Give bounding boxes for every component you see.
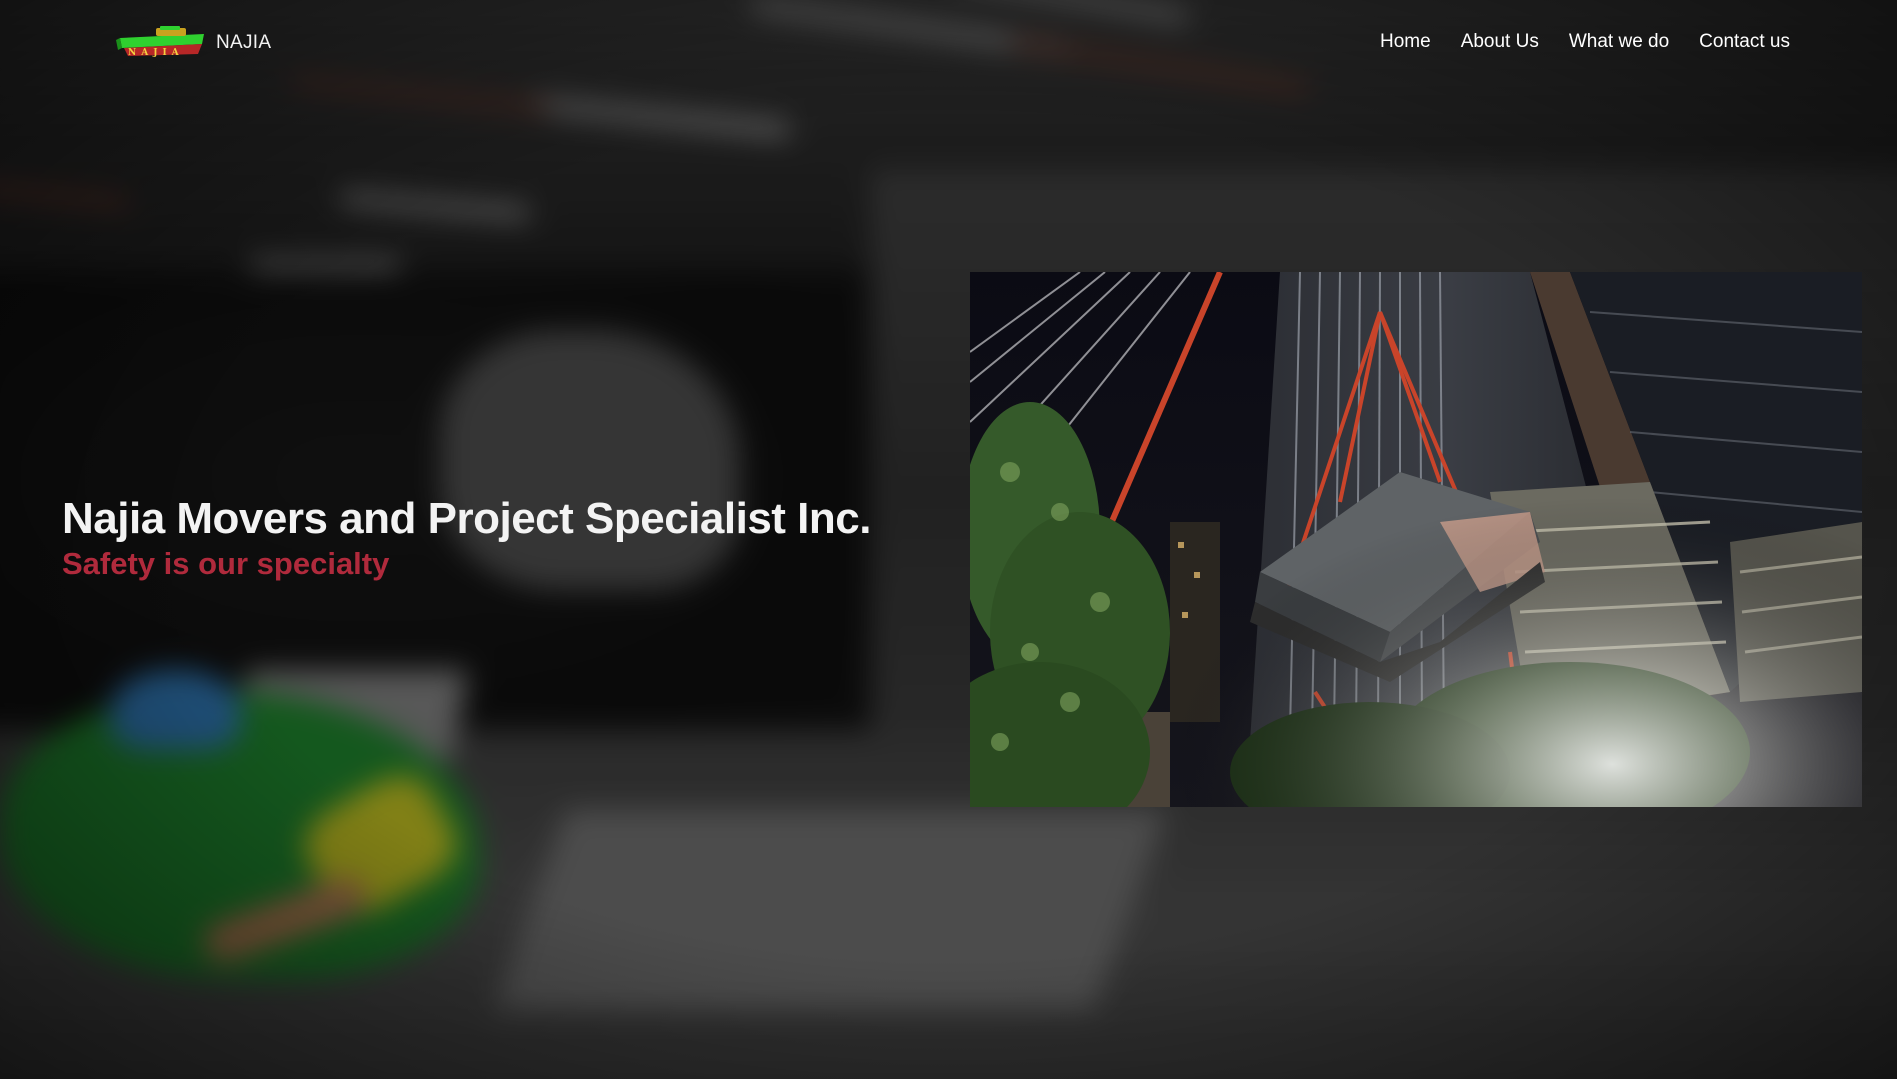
nav-about-us[interactable]: About Us <box>1461 31 1539 53</box>
hero-title: Najia Movers and Project Specialist Inc. <box>62 494 871 543</box>
page: NAJIA NAJIA Home About Us What we do Con… <box>0 0 1897 1079</box>
hero-tagline: Safety is our specialty <box>62 546 390 581</box>
nav-what-we-do[interactable]: What we do <box>1569 31 1669 53</box>
brand-link[interactable]: NAJIA NAJIA <box>116 26 271 60</box>
crane-lift-photo <box>970 272 1862 807</box>
nav-home[interactable]: Home <box>1380 31 1431 53</box>
site-header: NAJIA NAJIA Home About Us What we do Con… <box>0 0 1897 90</box>
nav-contact-us[interactable]: Contact us <box>1699 31 1790 53</box>
najia-logo-icon: NAJIA <box>116 26 204 58</box>
svg-text:NAJIA: NAJIA <box>128 48 184 58</box>
main-nav: Home About Us What we do Contact us <box>1380 31 1790 53</box>
brand-name: NAJIA <box>216 32 272 53</box>
